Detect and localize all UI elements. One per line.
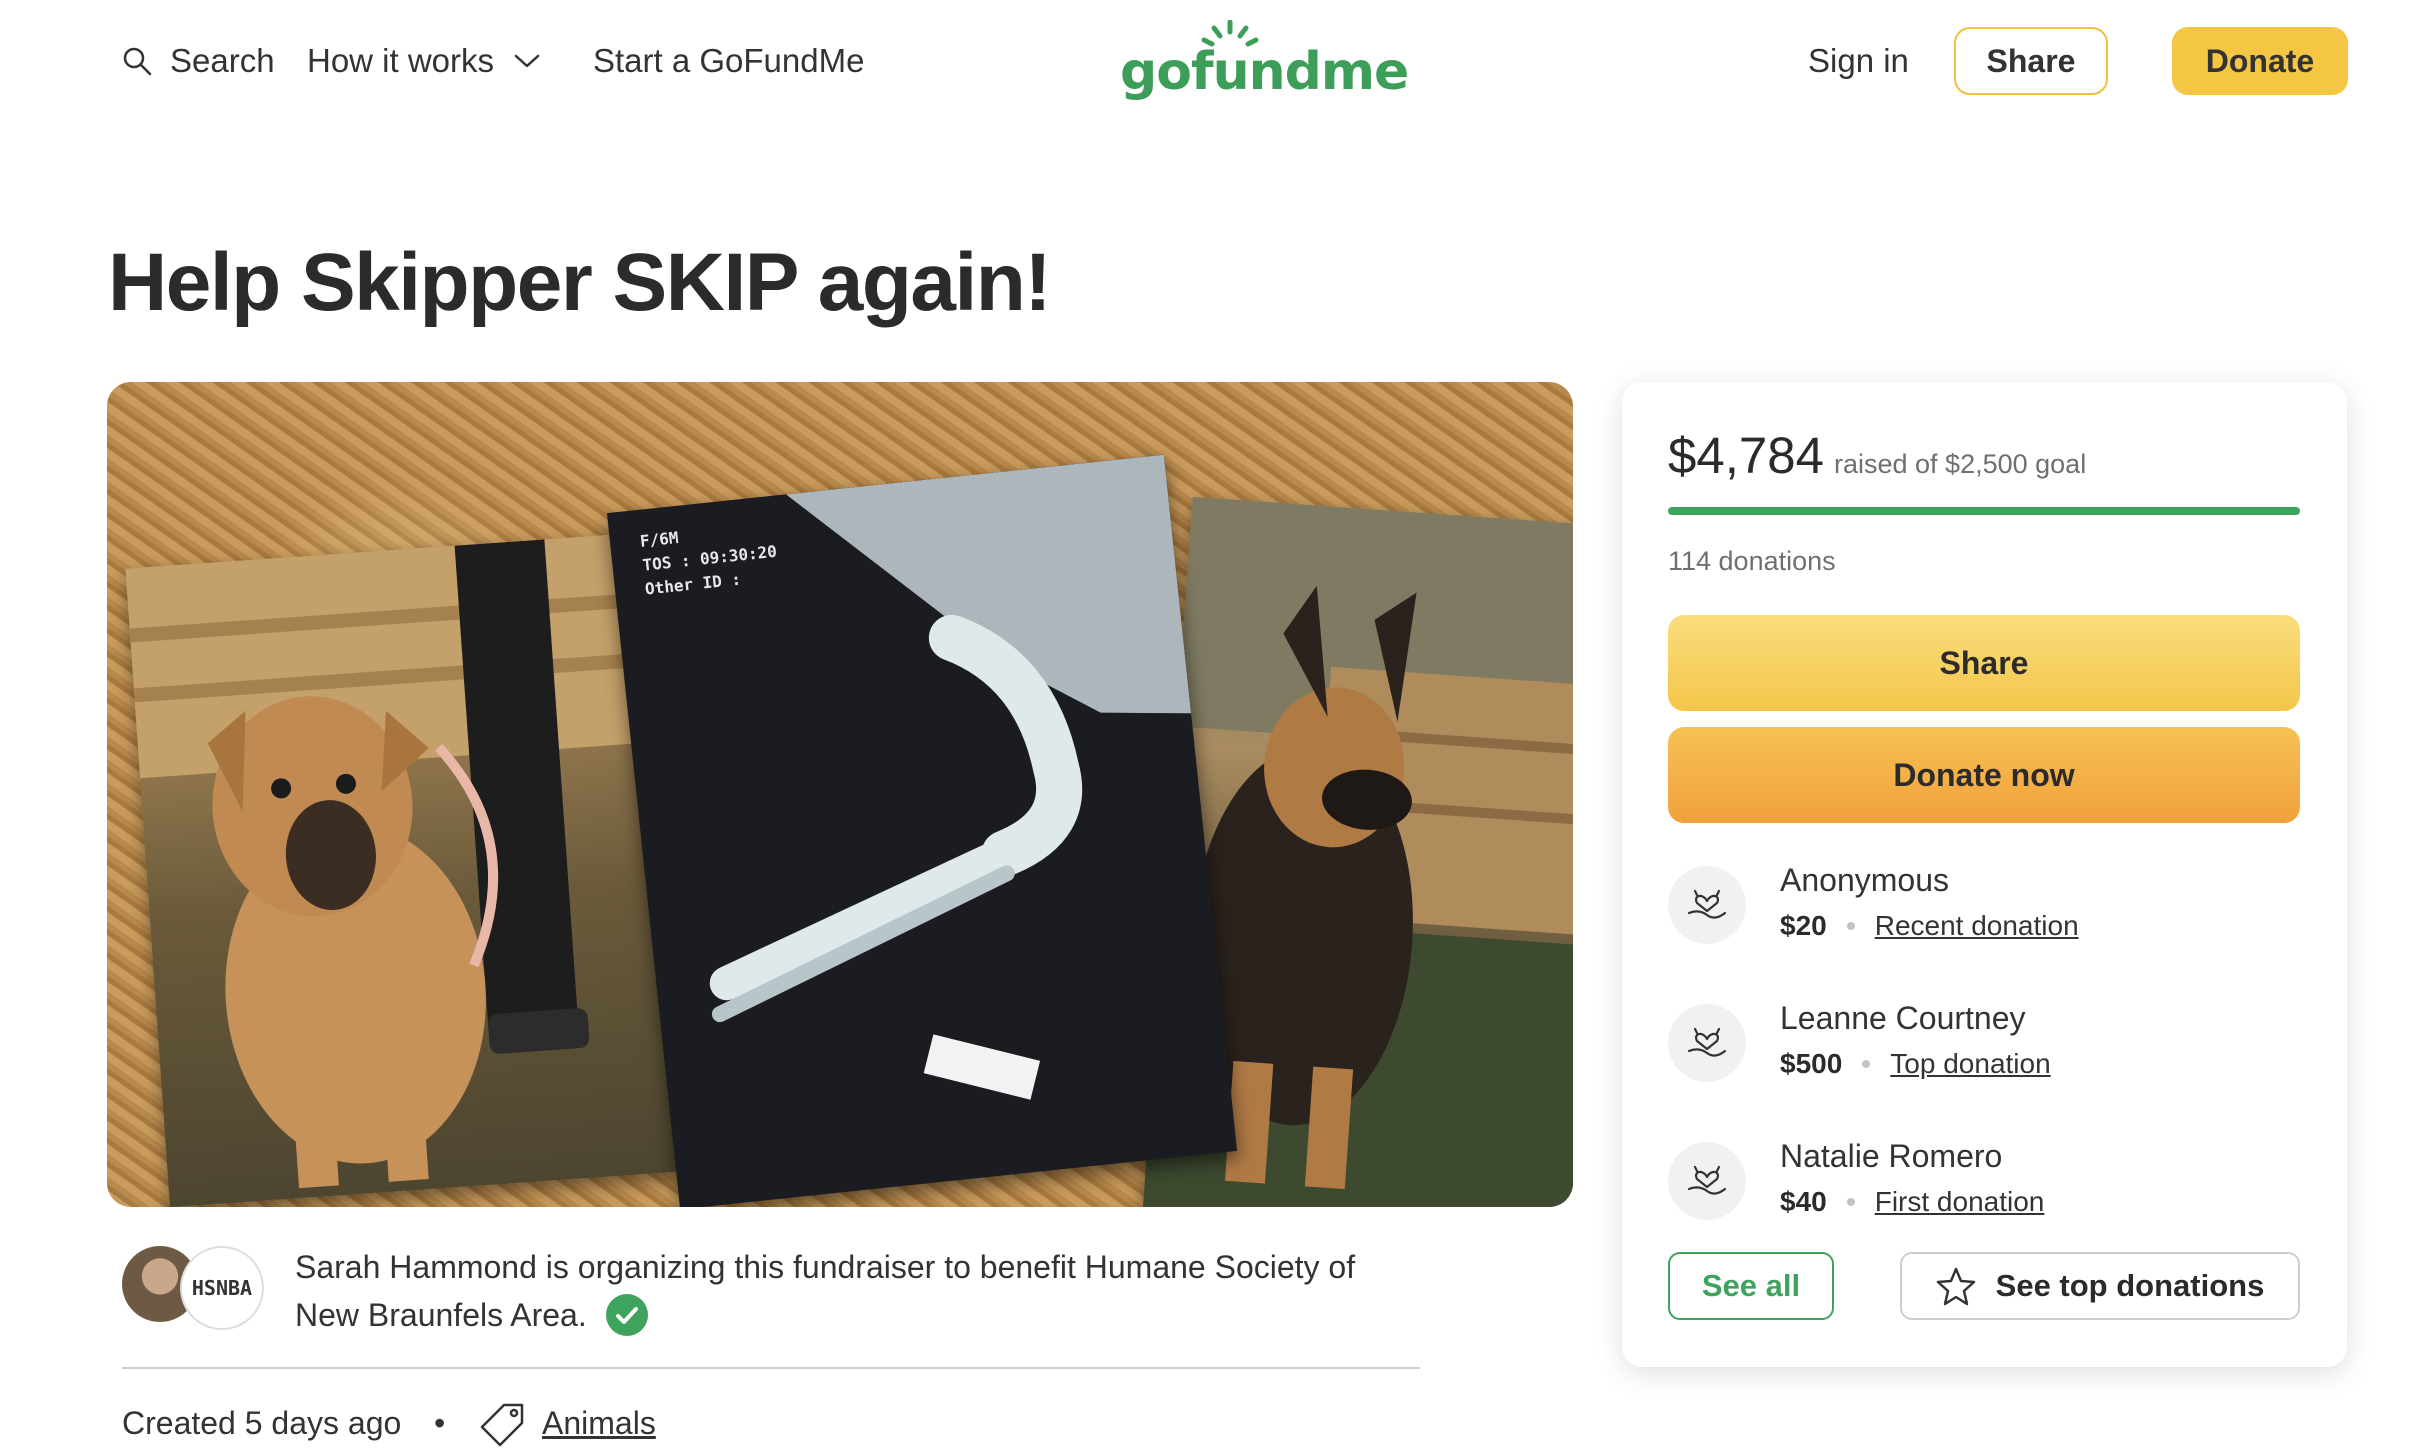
progress-bar [1668, 507, 2300, 515]
chevron-down-icon [514, 54, 540, 67]
donation-type-link[interactable]: Recent donation [1875, 910, 2079, 942]
organizer-description: Sarah Hammond is organizing this fundrai… [295, 1243, 1415, 1339]
donor-heart-hand-icon [1668, 866, 1746, 944]
raised-goal-text: raised of $2,500 goal [1834, 449, 2087, 479]
sign-in-link[interactable]: Sign in [1808, 38, 1909, 83]
see-top-donations-label: See top donations [1995, 1268, 2265, 1303]
star-icon [1936, 1267, 1975, 1306]
donor-name: Anonymous [1780, 862, 1949, 898]
donor-heart-hand-icon [1668, 1004, 1746, 1082]
nav-how-it-works-label: How it works [307, 41, 495, 79]
sign-in-label: Sign in [1808, 41, 1909, 79]
share-button[interactable]: Share [1668, 615, 2300, 711]
donor-amount: $500 [1780, 1048, 1843, 1079]
nav-how-it-works[interactable]: How it works [307, 38, 540, 83]
header-share-button[interactable]: Share [1954, 27, 2108, 95]
dot-separator [1846, 1198, 1855, 1206]
donate-now-button[interactable]: Donate now [1668, 727, 2300, 823]
verified-check-icon [605, 1293, 648, 1336]
donor-amount: $40 [1780, 1186, 1827, 1217]
header-donate-button[interactable]: Donate [2172, 27, 2348, 95]
donor-name: Leanne Courtney [1780, 1000, 2026, 1036]
category-link[interactable]: Animals [542, 1405, 656, 1442]
created-date: Created 5 days ago [122, 1405, 402, 1441]
dot-separator [1862, 1060, 1871, 1068]
section-divider [122, 1367, 1420, 1369]
donations-count: 114 donations [1668, 546, 1836, 576]
beneficiary-logo-text: HSNBA [191, 1276, 253, 1300]
xray-photo: F/6M TOS : 09:30:20 Other ID : [606, 454, 1238, 1207]
campaign-title: Help Skipper SKIP again! [108, 237, 1052, 328]
search-icon [123, 47, 152, 75]
raised-amount: $4,784 [1668, 427, 1824, 484]
donation-list-item: Anonymous $20 Recent donation [1668, 862, 2300, 972]
nav-search[interactable]: Search [122, 38, 275, 83]
donor-meta: $500 Top donation [1780, 1048, 2051, 1080]
nav-start-label: Start a GoFundMe [593, 41, 865, 79]
xray-caption: F/6M TOS : 09:30:20 Other ID : [639, 516, 781, 602]
progress-bar-fill [1668, 507, 2300, 515]
see-all-button[interactable]: See all [1668, 1252, 1834, 1320]
donor-name: Natalie Romero [1780, 1138, 2003, 1174]
tag-icon [480, 1403, 524, 1447]
beneficiary-avatar[interactable]: HSNBA [180, 1246, 264, 1330]
donor-meta: $20 Recent donation [1780, 910, 2079, 942]
donation-list-item: Leanne Courtney $500 Top donation [1668, 1000, 2300, 1110]
raised-summary: $4,784 raised of $2,500 goal [1668, 426, 2086, 485]
gofundme-logo[interactable]: gofundme [1120, 20, 1409, 110]
dot-separator [1846, 922, 1855, 930]
nav-search-label: Search [170, 41, 275, 79]
nav-start-gofundme[interactable]: Start a GoFundMe [593, 38, 864, 83]
donation-type-link[interactable]: Top donation [1890, 1048, 2050, 1080]
donation-type-link[interactable]: First donation [1875, 1186, 2045, 1218]
donor-heart-hand-icon [1668, 1142, 1746, 1220]
logo-text: gofundme [1120, 42, 1409, 102]
meta-separator: • [434, 1405, 446, 1441]
organizer-text: Sarah Hammond is organizing this fundrai… [295, 1249, 1356, 1333]
see-top-donations-button[interactable]: See top donations [1900, 1252, 2300, 1320]
donor-amount: $20 [1780, 910, 1827, 941]
donation-list-item: Natalie Romero $40 First donation [1668, 1138, 2300, 1248]
donor-meta: $40 First donation [1780, 1186, 2044, 1218]
campaign-hero-image: F/6M TOS : 09:30:20 Other ID : [107, 382, 1573, 1207]
